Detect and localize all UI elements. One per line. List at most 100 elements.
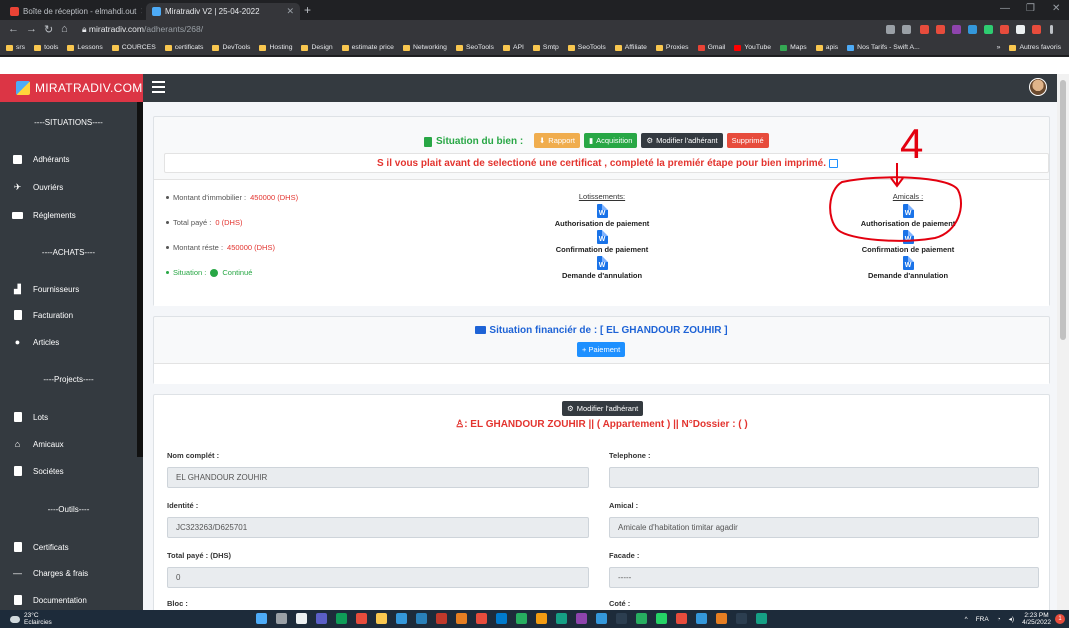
bookmark[interactable]: Nos Tarifs - Swift A... [847, 44, 920, 51]
app-icon[interactable] [696, 613, 707, 624]
minimize-icon[interactable]: — [1000, 3, 1010, 14]
app-icon[interactable] [436, 613, 447, 624]
close-window-icon[interactable]: ✕ [1052, 3, 1060, 14]
bookmark[interactable]: Networking [402, 44, 447, 51]
new-tab-icon[interactable]: + [304, 3, 311, 17]
supprime-button[interactable]: Supprimé [726, 133, 769, 148]
puzzle-icon[interactable] [1016, 25, 1025, 34]
bookmark[interactable]: SeoTools [455, 44, 494, 51]
sidebar-item-societes[interactable]: Sociétes [12, 466, 64, 476]
bookmark[interactable]: srs [6, 44, 25, 51]
extension-icon[interactable] [952, 25, 961, 34]
app-icon[interactable] [456, 613, 467, 624]
star-icon[interactable] [902, 25, 911, 34]
sidebar-item-facturation[interactable]: Facturation [12, 310, 73, 320]
app-icon[interactable] [616, 613, 627, 624]
bookmark[interactable]: estimate price [341, 44, 394, 51]
extension-icon[interactable] [968, 25, 977, 34]
bookmark[interactable]: YouTube [734, 44, 771, 51]
back-icon[interactable]: ← [8, 23, 19, 35]
sidebar-item-fournisseurs[interactable]: ▟ Fournisseurs [12, 284, 79, 294]
bookmark[interactable]: tools [34, 44, 58, 51]
paiement-button[interactable]: + Paiement [577, 342, 626, 357]
bookmark[interactable]: Proxies [655, 44, 689, 51]
extension-icon[interactable] [920, 25, 929, 34]
task-view-icon[interactable] [296, 613, 307, 624]
wifi-icon[interactable]: ◔ [997, 616, 1001, 623]
sidebar-item-articles[interactable]: ● Articles [12, 337, 59, 347]
sidebar-item-lots[interactable]: Lots [12, 412, 48, 422]
bookmark[interactable]: SeoTools [567, 44, 606, 51]
windows-start-icon[interactable] [256, 613, 267, 624]
extension-icon[interactable] [936, 25, 945, 34]
profile-icon[interactable] [1032, 25, 1041, 34]
chevron-up-icon[interactable]: ^ [965, 616, 968, 623]
home-icon[interactable]: ⌂ [61, 23, 68, 35]
browser-tab-gmail[interactable]: Boîte de réception - elmahdi.out ✕ [4, 3, 142, 20]
avatar[interactable] [1029, 78, 1047, 96]
bookmark[interactable]: Gmail [697, 44, 725, 51]
sidebar-item-amicaux[interactable]: ⌂ Amicaux [12, 439, 64, 449]
bookmarks-more-button[interactable]: » [993, 44, 1004, 51]
bookmark[interactable]: DevTools [212, 44, 250, 51]
amical-doc-authorisation[interactable]: W Authorisation de paiement [818, 204, 998, 228]
restore-icon[interactable]: ❐ [1026, 3, 1035, 14]
bookmark[interactable]: certificats [164, 44, 203, 51]
extension-icon[interactable] [1000, 25, 1009, 34]
scrollbar-thumb[interactable] [1060, 80, 1066, 340]
app-icon[interactable] [576, 613, 587, 624]
facade-field[interactable]: ----- [609, 567, 1039, 588]
bookmark[interactable]: API [502, 44, 524, 51]
browser-tab-miratradiv[interactable]: Miratradiv V2 | 25-04-2022 ✕ [146, 3, 300, 20]
address-bar[interactable]: 🔒︎ miratradiv.com/adherants/268/ [82, 24, 203, 35]
tel-field[interactable] [609, 467, 1039, 488]
close-tab-icon[interactable]: ✕ [286, 6, 294, 17]
sidebar-item-reglements[interactable]: Réglements [12, 210, 76, 220]
weather-widget[interactable]: 23°C Eclaircies [10, 612, 52, 626]
app-icon[interactable] [756, 613, 767, 624]
lot-doc-authorisation[interactable]: W Authorisation de paiement [512, 204, 692, 228]
lot-doc-confirmation[interactable]: W Confirmation de paiement [512, 230, 692, 254]
bookmark[interactable]: Smtp [532, 44, 559, 51]
identite-field[interactable]: JC323263/D625701 [167, 517, 589, 538]
lot-doc-annulation[interactable]: W Demande d'annulation [512, 256, 692, 280]
sidebar-item-certificats[interactable]: Certificats [12, 542, 69, 552]
total-field[interactable]: 0 [167, 567, 589, 588]
vscode-icon[interactable] [496, 613, 507, 624]
volume-icon[interactable]: ◂) [1009, 615, 1014, 623]
app-icon[interactable] [716, 613, 727, 624]
clock[interactable]: 2:23 PM 4/25/2022 [1022, 612, 1051, 626]
sidebar-item-charges[interactable]: — Charges & frais [12, 568, 88, 578]
brand[interactable]: MIRATRADIV.COM [0, 74, 143, 102]
file-explorer-icon[interactable] [376, 613, 387, 624]
teams-icon[interactable] [316, 613, 327, 624]
extension-icon[interactable] [984, 25, 993, 34]
modifier-adherant-button[interactable]: ⚙ Modifier l'adhérant [641, 133, 723, 148]
app-icon[interactable] [636, 613, 647, 624]
app-icon[interactable] [336, 613, 347, 624]
share-icon[interactable] [886, 25, 895, 34]
app-icon[interactable] [356, 613, 367, 624]
forward-icon[interactable]: → [26, 23, 37, 35]
app-icon[interactable] [536, 613, 547, 624]
rapport-button[interactable]: ⬇ Rapport [534, 133, 580, 148]
bookmark[interactable]: Hosting [259, 44, 292, 51]
hamburger-menu-icon[interactable] [152, 81, 165, 93]
sidebar-item-documentation[interactable]: Documentation [12, 595, 87, 605]
bookmark[interactable]: Affiliate [614, 44, 647, 51]
app-icon[interactable] [556, 613, 567, 624]
acquisition-button[interactable]: ▮ Acquisition [583, 133, 638, 148]
notification-badge[interactable]: 1 [1055, 614, 1065, 624]
amical-doc-annulation[interactable]: W Demande d'annulation [818, 256, 998, 280]
app-icon[interactable] [396, 613, 407, 624]
other-bookmarks[interactable]: Autres favoris [1009, 44, 1063, 51]
filezilla-icon[interactable] [476, 613, 487, 624]
close-tab-icon[interactable]: ✕ [140, 6, 142, 17]
sidebar-item-adherants[interactable]: Adhérants [12, 154, 69, 164]
language-indicator[interactable]: FRA [976, 616, 989, 623]
chrome-icon[interactable] [596, 613, 607, 624]
bookmark[interactable]: COURCES [111, 44, 156, 51]
bookmark[interactable]: Design [301, 44, 333, 51]
page-scrollbar[interactable] [1057, 74, 1069, 610]
search-icon[interactable] [276, 613, 287, 624]
